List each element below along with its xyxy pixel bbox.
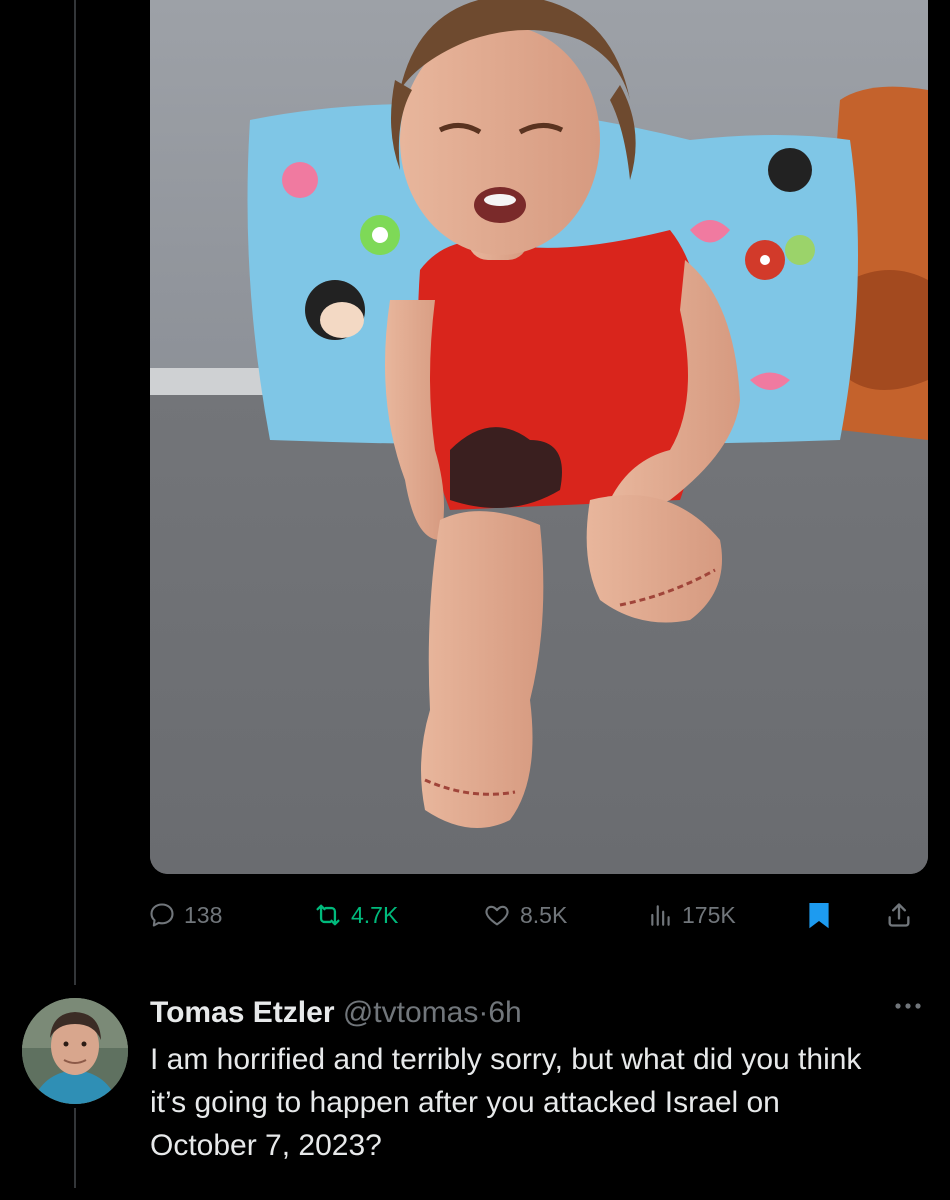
bookmark-filled-icon (809, 903, 829, 929)
post-action-bar: 138 4.7K 8.5K 175K (0, 893, 950, 937)
share-icon (888, 903, 910, 927)
speech-bubble-icon (150, 903, 174, 927)
avatar[interactable] (22, 998, 128, 1104)
display-name[interactable]: Tomas Etzler (150, 996, 335, 1029)
repost-action[interactable]: 4.7K (313, 893, 398, 937)
bookmark-action[interactable] (807, 893, 831, 937)
reply-tweet[interactable]: Tomas Etzler @tvtomas·6h I am horrified … (0, 985, 950, 1200)
post-media[interactable] (150, 0, 928, 874)
like-count: 8.5K (520, 901, 568, 928)
user-handle[interactable]: @tvtomas (343, 996, 478, 1029)
share-action[interactable] (885, 893, 913, 937)
timestamp[interactable]: 6h (488, 996, 521, 1029)
thread-line (74, 1108, 76, 1188)
heart-icon (485, 905, 509, 926)
bar-chart-icon (651, 905, 670, 926)
more-options-button[interactable] (890, 991, 926, 1021)
views-count: 175K (682, 901, 736, 928)
reply-count: 138 (184, 901, 223, 928)
views-action[interactable]: 175K (648, 893, 736, 937)
repost-count: 4.7K (351, 901, 399, 928)
like-action[interactable]: 8.5K (482, 893, 567, 937)
reply-text: I am horrified and terribly sorry, but w… (150, 1043, 862, 1162)
reply-header: Tomas Etzler @tvtomas·6h (150, 993, 522, 1033)
more-dots-icon (895, 1003, 921, 1009)
avatar-photo (22, 998, 128, 1104)
separator-dot: · (478, 996, 489, 1029)
repost-arrows-icon (316, 904, 340, 926)
post-photo (150, 0, 928, 874)
thread-line (74, 0, 76, 985)
reply-action[interactable]: 138 (148, 893, 222, 937)
